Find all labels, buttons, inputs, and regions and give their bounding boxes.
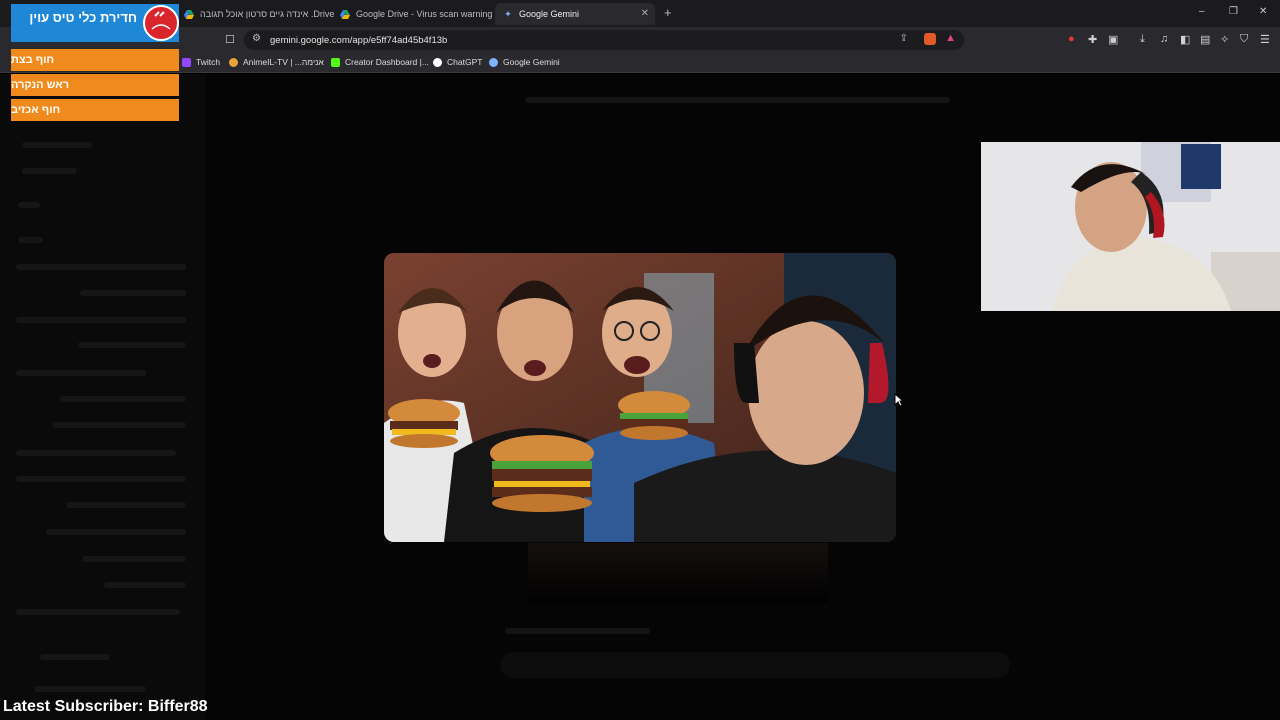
- vpn-icon[interactable]: ⛉: [1240, 33, 1248, 46]
- gemini-icon: [489, 57, 498, 67]
- browser-toolbar: ☐ ⚙ gemini.google.com/app/e5ff74ad45b4f1…: [0, 27, 1280, 53]
- tab-drive-hebrew[interactable]: אינדה גיים סרטון אוכל תגובה .Drive: [176, 3, 336, 25]
- brave-rewards-icon[interactable]: ▲: [945, 32, 956, 44]
- extension-icon[interactable]: ●: [1068, 33, 1075, 45]
- channel-overlay: חדירת כלי טיס עוין חוף בצת ראש הנקרה חוף…: [11, 4, 179, 121]
- sidebar-placeholder: [18, 202, 40, 208]
- sidebar-icon[interactable]: ◧: [1180, 33, 1190, 46]
- share-icon[interactable]: ⇪: [900, 33, 908, 44]
- leo-ai-icon[interactable]: ✧: [1220, 33, 1229, 46]
- site-info-icon[interactable]: ⚙: [252, 33, 261, 44]
- sidebar-placeholder: [16, 264, 186, 270]
- twitch-icon: [182, 57, 191, 67]
- tab-label: Google Gemini: [519, 9, 580, 19]
- prompt-input-dimmed: [500, 652, 1010, 678]
- close-tab-icon[interactable]: ✕: [641, 8, 649, 19]
- close-window-button[interactable]: ✕: [1259, 6, 1267, 17]
- burger-left: [388, 399, 460, 448]
- bookmark-animeil[interactable]: AnimeIL-TV | ...אנימה: [229, 57, 324, 67]
- sidebar-placeholder: [18, 237, 43, 243]
- sidebar-placeholder: [66, 502, 186, 508]
- prompt-placeholder: [525, 97, 950, 103]
- gemini-sidebar-dimmed: [0, 74, 205, 720]
- overlay-row: חוף בצת: [11, 49, 179, 71]
- thumbnail-image[interactable]: [384, 253, 896, 542]
- gemini-icon: ✦: [504, 8, 512, 19]
- sidebar-placeholder: [22, 168, 77, 174]
- menu-icon[interactable]: ☰: [1260, 33, 1270, 46]
- new-tab-button[interactable]: +: [664, 5, 672, 20]
- tab-bar: אינדה גיים סרטון אוכל תגובה .Drive Googl…: [0, 0, 1280, 27]
- sidebar-placeholder: [46, 529, 186, 535]
- url-text: gemini.google.com/app/e5ff74ad45b4f13b: [270, 34, 448, 46]
- sidebar-placeholder: [60, 396, 186, 402]
- webcam-illustration: [981, 142, 1280, 311]
- sidebar-placeholder: [52, 422, 186, 428]
- sidebar-placeholder: [78, 342, 186, 348]
- overlay-row: חוף אכזיב: [11, 99, 179, 121]
- sidebar-placeholder: [22, 142, 92, 148]
- tab-label: אינדה גיים סרטון אוכל תגובה .Drive: [200, 9, 335, 19]
- restore-button[interactable]: ❐: [1229, 6, 1238, 17]
- latest-subscriber: Latest Subscriber: Biffer88: [3, 698, 208, 715]
- thumbnail-illustration: [384, 253, 896, 542]
- prompt-placeholder: [505, 628, 650, 634]
- mouse-cursor-icon: [894, 393, 904, 407]
- sidebar-placeholder: [16, 370, 146, 376]
- tab-label: Google Drive - Virus scan warning: [356, 9, 492, 19]
- bookmark-icon[interactable]: ☐: [225, 33, 235, 46]
- sidebar-placeholder: [104, 582, 186, 588]
- bookmark-creator-dashboard[interactable]: Creator Dashboard |...: [331, 57, 429, 67]
- overlay-row: ראש הנקרה: [11, 74, 179, 96]
- bookmark-gemini[interactable]: Google Gemini: [489, 57, 560, 67]
- bookmark-chatgpt[interactable]: ChatGPT: [433, 57, 482, 67]
- download-icon[interactable]: ⤓: [1140, 33, 1145, 46]
- puzzle-icon[interactable]: ✚: [1088, 33, 1097, 46]
- kick-icon: [331, 57, 340, 67]
- sidebar-placeholder: [16, 450, 176, 456]
- animeil-icon: [229, 57, 238, 67]
- tab-gemini[interactable]: ✦ Google Gemini ✕: [495, 3, 655, 25]
- sidebar-placeholder: [16, 476, 186, 482]
- image-reflection: [528, 543, 828, 603]
- address-bar[interactable]: ⚙ gemini.google.com/app/e5ff74ad45b4f13b…: [244, 30, 964, 50]
- webcam-overlay: [981, 142, 1280, 311]
- sidebar-placeholder: [16, 609, 180, 615]
- drive-icon: [340, 9, 350, 19]
- bookmarks-bar: Twitch AnimeIL-TV | ...אנימה Creator Das…: [0, 53, 1280, 73]
- channel-name: חדירת כלי טיס עוין: [29, 10, 137, 25]
- minimize-button[interactable]: –: [1199, 6, 1205, 17]
- sidebar-placeholder: [40, 654, 110, 660]
- burger-center: [490, 435, 594, 512]
- sidebar-placeholder: [34, 686, 146, 692]
- sidebar-placeholder: [16, 317, 186, 323]
- tab-drive-virus[interactable]: Google Drive - Virus scan warning: [332, 3, 492, 25]
- sidebar-placeholder: [82, 556, 186, 562]
- music-icon[interactable]: ♫: [1160, 33, 1168, 45]
- burger-right: [618, 391, 690, 440]
- channel-logo-icon: [143, 5, 179, 41]
- wallet-icon[interactable]: ▤: [1200, 33, 1210, 46]
- drive-icon: [184, 9, 194, 19]
- brave-shield-icon[interactable]: [924, 33, 936, 45]
- sidebar-placeholder: [80, 290, 186, 296]
- screenshot-icon[interactable]: ▣: [1108, 33, 1118, 46]
- chatgpt-icon: [433, 57, 442, 67]
- bookmark-twitch[interactable]: Twitch: [182, 57, 220, 67]
